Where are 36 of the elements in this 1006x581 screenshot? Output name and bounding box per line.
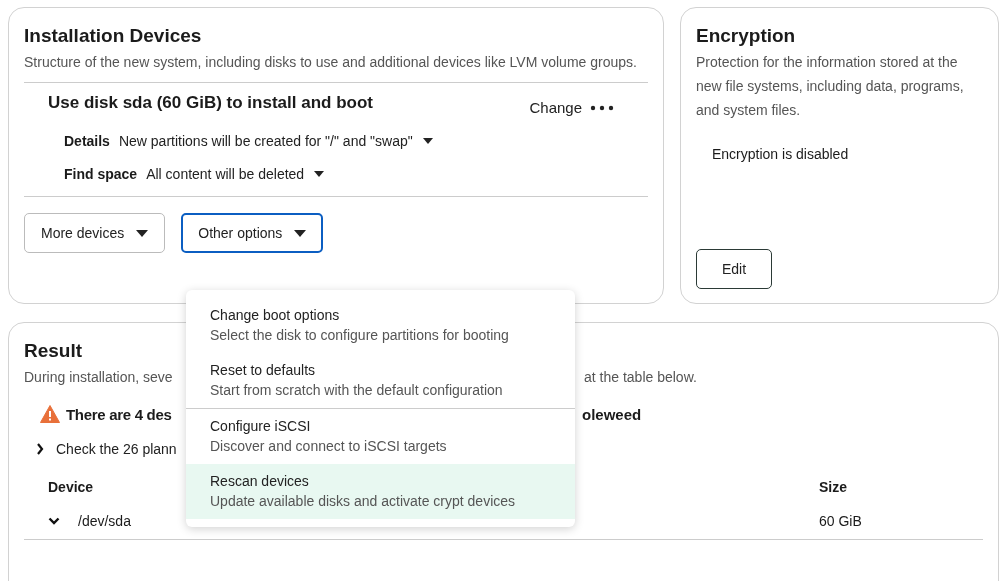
menu-item[interactable]: Reset to defaults Start from scratch with the default configuration — [186, 353, 575, 408]
setting-dropdown[interactable]: All content will be deleted — [146, 166, 325, 182]
chevron-icon[interactable] — [48, 517, 60, 525]
card-description: at the table below. — [584, 368, 697, 387]
table-cell: /dev/sda — [78, 513, 131, 529]
setting-label: Find space — [64, 166, 138, 182]
warning-text: There are 4 des — [66, 405, 172, 423]
dropdown-button[interactable]: More devices — [24, 213, 166, 253]
drive-title: Use disk sda (60 GiB) to install and boot — [48, 93, 373, 113]
warning-icon — [40, 405, 60, 423]
card-description: During installation, seve — [24, 369, 173, 385]
more-icon — [590, 105, 614, 110]
card-title: Installation Devices — [24, 24, 203, 48]
setting-label: Details — [64, 133, 110, 149]
column-header: Size — [819, 479, 847, 495]
change-button[interactable]: Change — [529, 99, 614, 116]
warning-text: oleweed — [582, 405, 642, 423]
caret-icon — [294, 229, 307, 237]
caret-icon — [136, 229, 149, 237]
card-description: Structure of the new system, including disks to use and additional devices like LVM volume groups. — [24, 53, 638, 72]
edit-button[interactable]: Edit — [696, 249, 772, 289]
caret-icon — [422, 138, 433, 144]
menu-item[interactable]: Rescan devices Update available disks and activate crypt devices — [186, 464, 575, 519]
setting-dropdown[interactable]: New partitions will be created for "/" and "swap" — [118, 133, 433, 149]
card-description: Protection for the information stored at the new file systems, including data, programs, and system files. — [696, 53, 965, 120]
menu-item[interactable]: Configure iSCSI Discover and connect to iSCSI targets — [186, 409, 575, 464]
dropdown-button[interactable]: Other options — [181, 213, 324, 253]
encryption-status: Encryption is disabled — [712, 146, 850, 162]
chevron-icon — [37, 443, 44, 455]
card-title: Encryption — [696, 24, 797, 48]
card-title: Result — [24, 339, 84, 363]
expand-toggle[interactable]: Check the 26 plann — [24, 441, 177, 457]
caret-icon — [314, 171, 325, 177]
column-header: Device — [48, 479, 94, 495]
table-cell: 60 GiB — [819, 513, 862, 529]
menu-item[interactable]: Change boot options Select the disk to configure partitions for booting — [186, 298, 575, 353]
